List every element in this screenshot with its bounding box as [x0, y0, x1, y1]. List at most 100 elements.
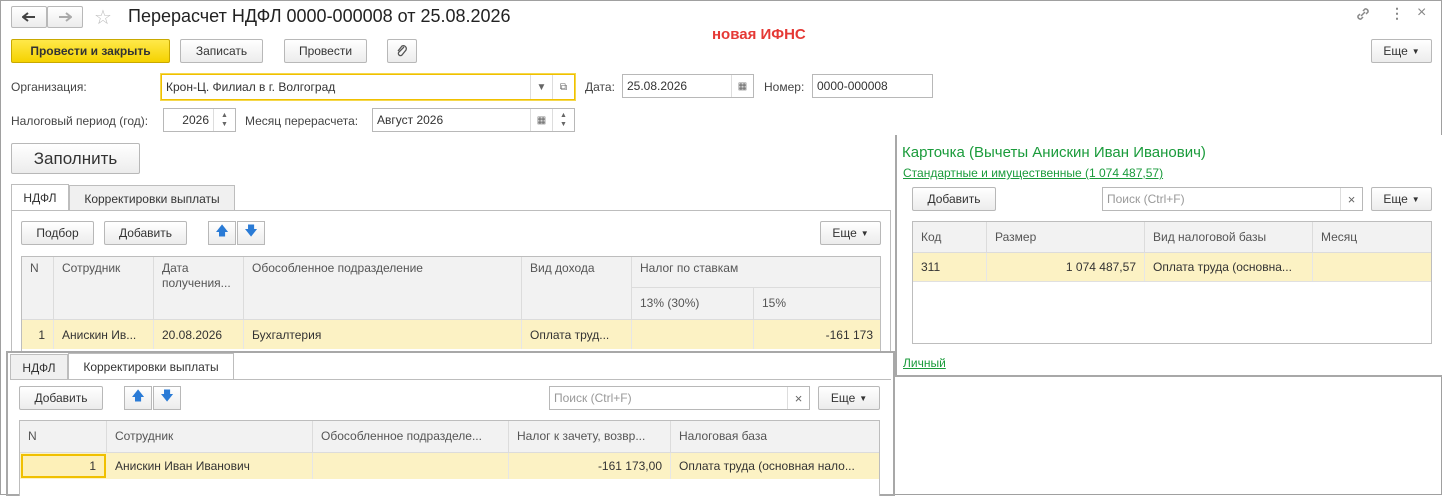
tab-ndfl-overlay[interactable]: НДФЛ [10, 354, 68, 380]
chevron-down-icon: ▼ [1411, 194, 1420, 204]
move-down-button[interactable]: 🡇 [153, 386, 181, 410]
period-field[interactable]: 2026 ▲ ▼ [163, 108, 236, 132]
arrow-down-icon: 🡇 [244, 223, 258, 238]
stepper-icon[interactable]: ▲ ▼ [552, 109, 574, 131]
close-icon[interactable]: × [1417, 4, 1426, 22]
search-input-card[interactable]: Поиск (Ctrl+F) × [1102, 187, 1363, 211]
org-value: Крон-Ц. Филиал в г. Волгоград [166, 80, 336, 94]
card-deductions-link[interactable]: Стандартные и имущественные (1 074 487,5… [903, 166, 1163, 180]
org-field[interactable]: Крон-Ц. Филиал в г. Волгоград ▼ ⧉ [161, 74, 575, 100]
tab-korrektirovki[interactable]: Корректировки выплаты [69, 185, 235, 211]
cell-dept [313, 453, 509, 479]
tab-ndfl[interactable]: НДФЛ [11, 184, 69, 211]
post-and-close-button[interactable]: Провести и закрыть [11, 39, 170, 63]
cell-size: 1 074 487,57 [987, 253, 1145, 281]
clear-search-icon[interactable]: × [787, 387, 809, 409]
header-income-kind[interactable]: Вид дохода [522, 257, 632, 320]
date-field[interactable]: 25.08.2026 ▦ [622, 74, 754, 98]
forward-button[interactable] [47, 6, 83, 28]
calendar-icon[interactable]: ▦ [530, 109, 552, 131]
back-button[interactable] [11, 6, 47, 28]
header-employee[interactable]: Сотрудник [54, 257, 154, 320]
paperclip-icon [397, 45, 407, 57]
cell-date: 20.08.2026 [154, 320, 244, 349]
more-button-ndfl[interactable]: Еще ▼ [820, 221, 881, 245]
header-dept[interactable]: Обособленное подразделение [244, 257, 522, 320]
month-value: Август 2026 [377, 113, 444, 127]
more-label: Еще [832, 226, 857, 240]
month-label: Месяц перерасчета: [245, 114, 359, 128]
arrow-down-icon: 🡇 [160, 388, 174, 403]
more-label: Еще [830, 391, 856, 405]
annotation-label: новая ИФНС [712, 26, 806, 43]
number-field[interactable]: 0000-000008 [812, 74, 933, 98]
save-button[interactable]: Записать [180, 39, 263, 63]
cell-code: 311 [913, 253, 987, 281]
post-button[interactable]: Провести [284, 39, 367, 63]
selection-button[interactable]: Подбор [21, 221, 94, 245]
move-up-button[interactable]: 🡅 [124, 386, 152, 410]
org-label: Организация: [11, 80, 87, 94]
date-value: 25.08.2026 [627, 79, 688, 93]
link-icon[interactable] [1356, 7, 1370, 24]
korr-table: N Сотрудник Обособленное подразделе... Н… [19, 420, 880, 496]
header-employee[interactable]: Сотрудник [107, 421, 313, 453]
header-tax-offset[interactable]: Налог к зачету, возвр... [509, 421, 671, 453]
header-n[interactable]: N [22, 257, 54, 320]
header-code[interactable]: Код [913, 222, 987, 253]
attach-button[interactable] [387, 39, 417, 63]
personal-link[interactable]: Личный [903, 356, 946, 370]
clear-search-icon[interactable]: × [1340, 188, 1362, 210]
add-button-ndfl[interactable]: Добавить [104, 221, 187, 245]
cell-tax-base-kind: Оплата труда (основна... [1145, 253, 1313, 281]
date-label: Дата: [585, 80, 615, 94]
menu-dots-icon[interactable]: ⋮ [1390, 5, 1404, 22]
month-field[interactable]: Август 2026 ▦ ▲ ▼ [372, 108, 575, 132]
search-placeholder: Поиск (Ctrl+F) [1107, 192, 1185, 206]
chevron-down-icon: ▼ [1411, 46, 1420, 56]
header-rate-15[interactable]: 15% [754, 288, 880, 320]
more-button-korr[interactable]: Еще ▼ [818, 386, 880, 410]
tab-korrektirovki-overlay[interactable]: Корректировки выплаты [68, 353, 234, 380]
more-button-card[interactable]: Еще ▼ [1371, 187, 1432, 211]
header-tax-base-kind[interactable]: Вид налоговой базы [1145, 222, 1313, 253]
dropdown-icon[interactable]: ▼ [530, 75, 552, 99]
add-button-card[interactable]: Добавить [912, 187, 996, 211]
period-label: Налоговый период (год): [11, 114, 149, 128]
search-input-korr[interactable]: Поиск (Ctrl+F) × [549, 386, 810, 410]
number-value: 0000-000008 [817, 79, 888, 93]
stepper-icon[interactable]: ▲ ▼ [213, 109, 235, 131]
calendar-icon[interactable]: ▦ [731, 75, 753, 97]
number-label: Номер: [764, 80, 805, 94]
chevron-down-icon: ▼ [860, 228, 869, 238]
favorite-star-icon[interactable]: ☆ [94, 5, 112, 30]
window-title: Перерасчет НДФЛ 0000-000008 от 25.08.202… [128, 6, 511, 26]
header-month[interactable]: Месяц [1313, 222, 1431, 253]
cell-rate-15: -161 173 [754, 320, 880, 349]
more-button-top[interactable]: Еще ▼ [1371, 39, 1432, 63]
cell-month [1313, 253, 1431, 281]
header-size[interactable]: Размер [987, 222, 1145, 253]
search-placeholder: Поиск (Ctrl+F) [554, 391, 632, 405]
move-down-button[interactable]: 🡇 [237, 221, 265, 245]
header-n[interactable]: N [20, 421, 107, 453]
cell-rate-13 [632, 320, 754, 349]
arrow-left-icon [22, 12, 35, 22]
cell-n: 1 [22, 320, 54, 349]
more-label: Еще [1383, 44, 1408, 58]
card-table: Код Размер Вид налоговой базы Месяц 311 … [912, 221, 1432, 344]
open-icon[interactable]: ⧉ [552, 75, 574, 99]
chevron-down-icon: ▼ [859, 393, 868, 403]
add-button-korr[interactable]: Добавить [19, 386, 103, 410]
header-date[interactable]: Дата получения... [154, 257, 244, 320]
cell-n[interactable]: 1 [21, 454, 106, 478]
card-title: Карточка (Вычеты Анискин Иван Иванович) [902, 144, 1206, 161]
move-up-button[interactable]: 🡅 [208, 221, 236, 245]
header-tax-base[interactable]: Налоговая база [671, 421, 879, 453]
arrow-up-icon: 🡅 [131, 388, 145, 403]
fill-button[interactable]: Заполнить [11, 143, 140, 174]
header-tax-rates[interactable]: Налог по ставкам [632, 257, 880, 288]
header-rate-13[interactable]: 13% (30%) [632, 288, 754, 320]
cell-tax-base: Оплата труда (основная нало... [671, 453, 879, 479]
header-dept[interactable]: Обособленное подразделе... [313, 421, 509, 453]
